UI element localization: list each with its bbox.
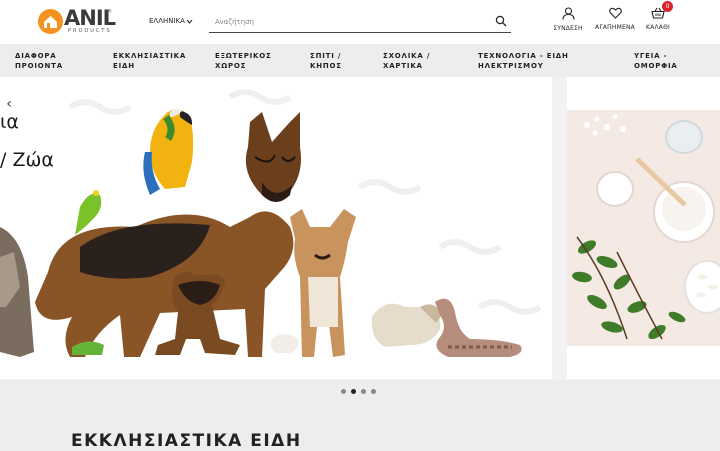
search-input[interactable] bbox=[209, 15, 479, 29]
language-selector[interactable]: ΕΛΛΗΝΙΚΑ bbox=[149, 17, 193, 25]
nav-label-line1: ΥΓΕΙΑ - bbox=[634, 52, 668, 60]
slider-dot-4[interactable] bbox=[371, 389, 376, 394]
nav-label-line2: ΧΑΡΤΙΚΑ bbox=[383, 62, 423, 70]
nav-item-home-garden[interactable]: ΣΠΙΤΙ / ΚΗΠΟΣ bbox=[310, 51, 342, 71]
nav-label-line2: ΗΛΕΚΤΡΙΣΜΟΥ bbox=[478, 62, 544, 70]
nav-item-church-items[interactable]: ΕΚΚΛΗΣΙΑΣΤΙΚΑ ΕΙΔΗ bbox=[113, 51, 186, 71]
nav-label-line1: ΕΚΚΛΗΣΙΑΣΤΙΚΑ bbox=[113, 52, 187, 60]
nav-item-outdoor[interactable]: ΕΞΩΤΕΡΙΚΟΣ ΧΩΡΟΣ bbox=[215, 51, 272, 71]
slide-beauty-preview[interactable] bbox=[567, 77, 720, 379]
search-icon[interactable] bbox=[495, 15, 507, 27]
chevron-down-icon bbox=[186, 19, 193, 24]
nav-label-line2: ΠΡΟΙΟΝΤΑ bbox=[15, 62, 63, 70]
favorites-button[interactable]: ΑΓΑΠΗΜΕΝΑ bbox=[594, 7, 636, 31]
beauty-products-illustration bbox=[567, 110, 720, 346]
site-header: ANIL ® PRODUCTS ΕΛΛΗΝΙΚΑ ΣΥΝΔΕΣΗ ΑΓΑΠΗΜΕ… bbox=[0, 0, 720, 44]
slider-dot-1[interactable] bbox=[341, 389, 346, 394]
favorites-label: ΑΓΑΠΗΜΕΝΑ bbox=[595, 24, 635, 31]
slider-dot-3[interactable] bbox=[361, 389, 366, 394]
heart-icon bbox=[608, 7, 622, 19]
nav-label-line2: ΚΗΠΟΣ bbox=[310, 62, 342, 70]
cart-count-badge: 0 bbox=[662, 1, 673, 12]
nav-label-line1: ΣΧΟΛΙΚΑ / bbox=[383, 52, 431, 60]
nav-label-line1: ΤΕΧΝΟΛΟΓΙΑ - ΕΙΔΗ bbox=[478, 52, 569, 60]
nav-item-school-paper[interactable]: ΣΧΟΛΙΚΑ / ΧΑΡΤΙΚΑ bbox=[383, 51, 430, 71]
login-button[interactable]: ΣΥΝΔΕΣΗ bbox=[552, 7, 584, 32]
slider-dot-2[interactable] bbox=[351, 389, 356, 394]
search-bar bbox=[209, 11, 511, 33]
nav-label-line2: ΟΜΟΡΦΙΑ bbox=[634, 62, 678, 70]
section-title: ΕΚΚΛΗΣΙΑΣΤΙΚΑ ΕΙΔΗ bbox=[71, 431, 302, 451]
nav-label-line1: ΣΠΙΤΙ / bbox=[310, 52, 342, 60]
nav-label-line1: ΔΙΑΦΟΡΑ bbox=[15, 52, 57, 60]
logo-house-icon bbox=[38, 9, 63, 34]
cart-label: ΚΑΛΑΘΙ bbox=[646, 24, 670, 31]
slide-pets-banner[interactable]: ‹ ια / Ζώα bbox=[0, 77, 552, 379]
login-label: ΣΥΝΔΕΣΗ bbox=[553, 25, 583, 32]
category-nav: ΔΙΑΦΟΡΑ ΠΡΟΙΟΝΤΑ ΕΚΚΛΗΣΙΑΣΤΙΚΑ ΕΙΔΗ ΕΞΩΤ… bbox=[0, 44, 720, 77]
nav-label-line1: ΕΞΩΤΕΡΙΚΟΣ bbox=[215, 52, 272, 60]
nav-item-health-beauty[interactable]: ΥΓΕΙΑ - ΟΜΟΡΦΙΑ bbox=[634, 51, 678, 71]
language-label: ΕΛΛΗΝΙΚΑ bbox=[149, 17, 185, 25]
nav-label-line2: ΧΩΡΟΣ bbox=[215, 62, 247, 70]
slider-dots bbox=[341, 389, 376, 394]
user-icon bbox=[561, 7, 575, 20]
hero-slider: ‹ ια / Ζώα bbox=[0, 77, 720, 380]
nav-label-line2: ΕΙΔΗ bbox=[113, 62, 135, 70]
nav-item-misc-products[interactable]: ΔΙΑΦΟΡΑ ΠΡΟΙΟΝΤΑ bbox=[15, 51, 63, 71]
logo-subtitle: PRODUCTS bbox=[68, 28, 112, 34]
logo-registered-mark: ® bbox=[107, 9, 112, 15]
cart-button[interactable]: 0 ΚΑΛΑΘΙ bbox=[643, 1, 673, 31]
pets-illustration bbox=[0, 89, 542, 357]
nav-item-technology-electrical[interactable]: ΤΕΧΝΟΛΟΓΙΑ - ΕΙΔΗ ΗΛΕΚΤΡΙΣΜΟΥ bbox=[478, 51, 569, 71]
anil-logo[interactable]: ANIL ® PRODUCTS bbox=[38, 7, 116, 34]
